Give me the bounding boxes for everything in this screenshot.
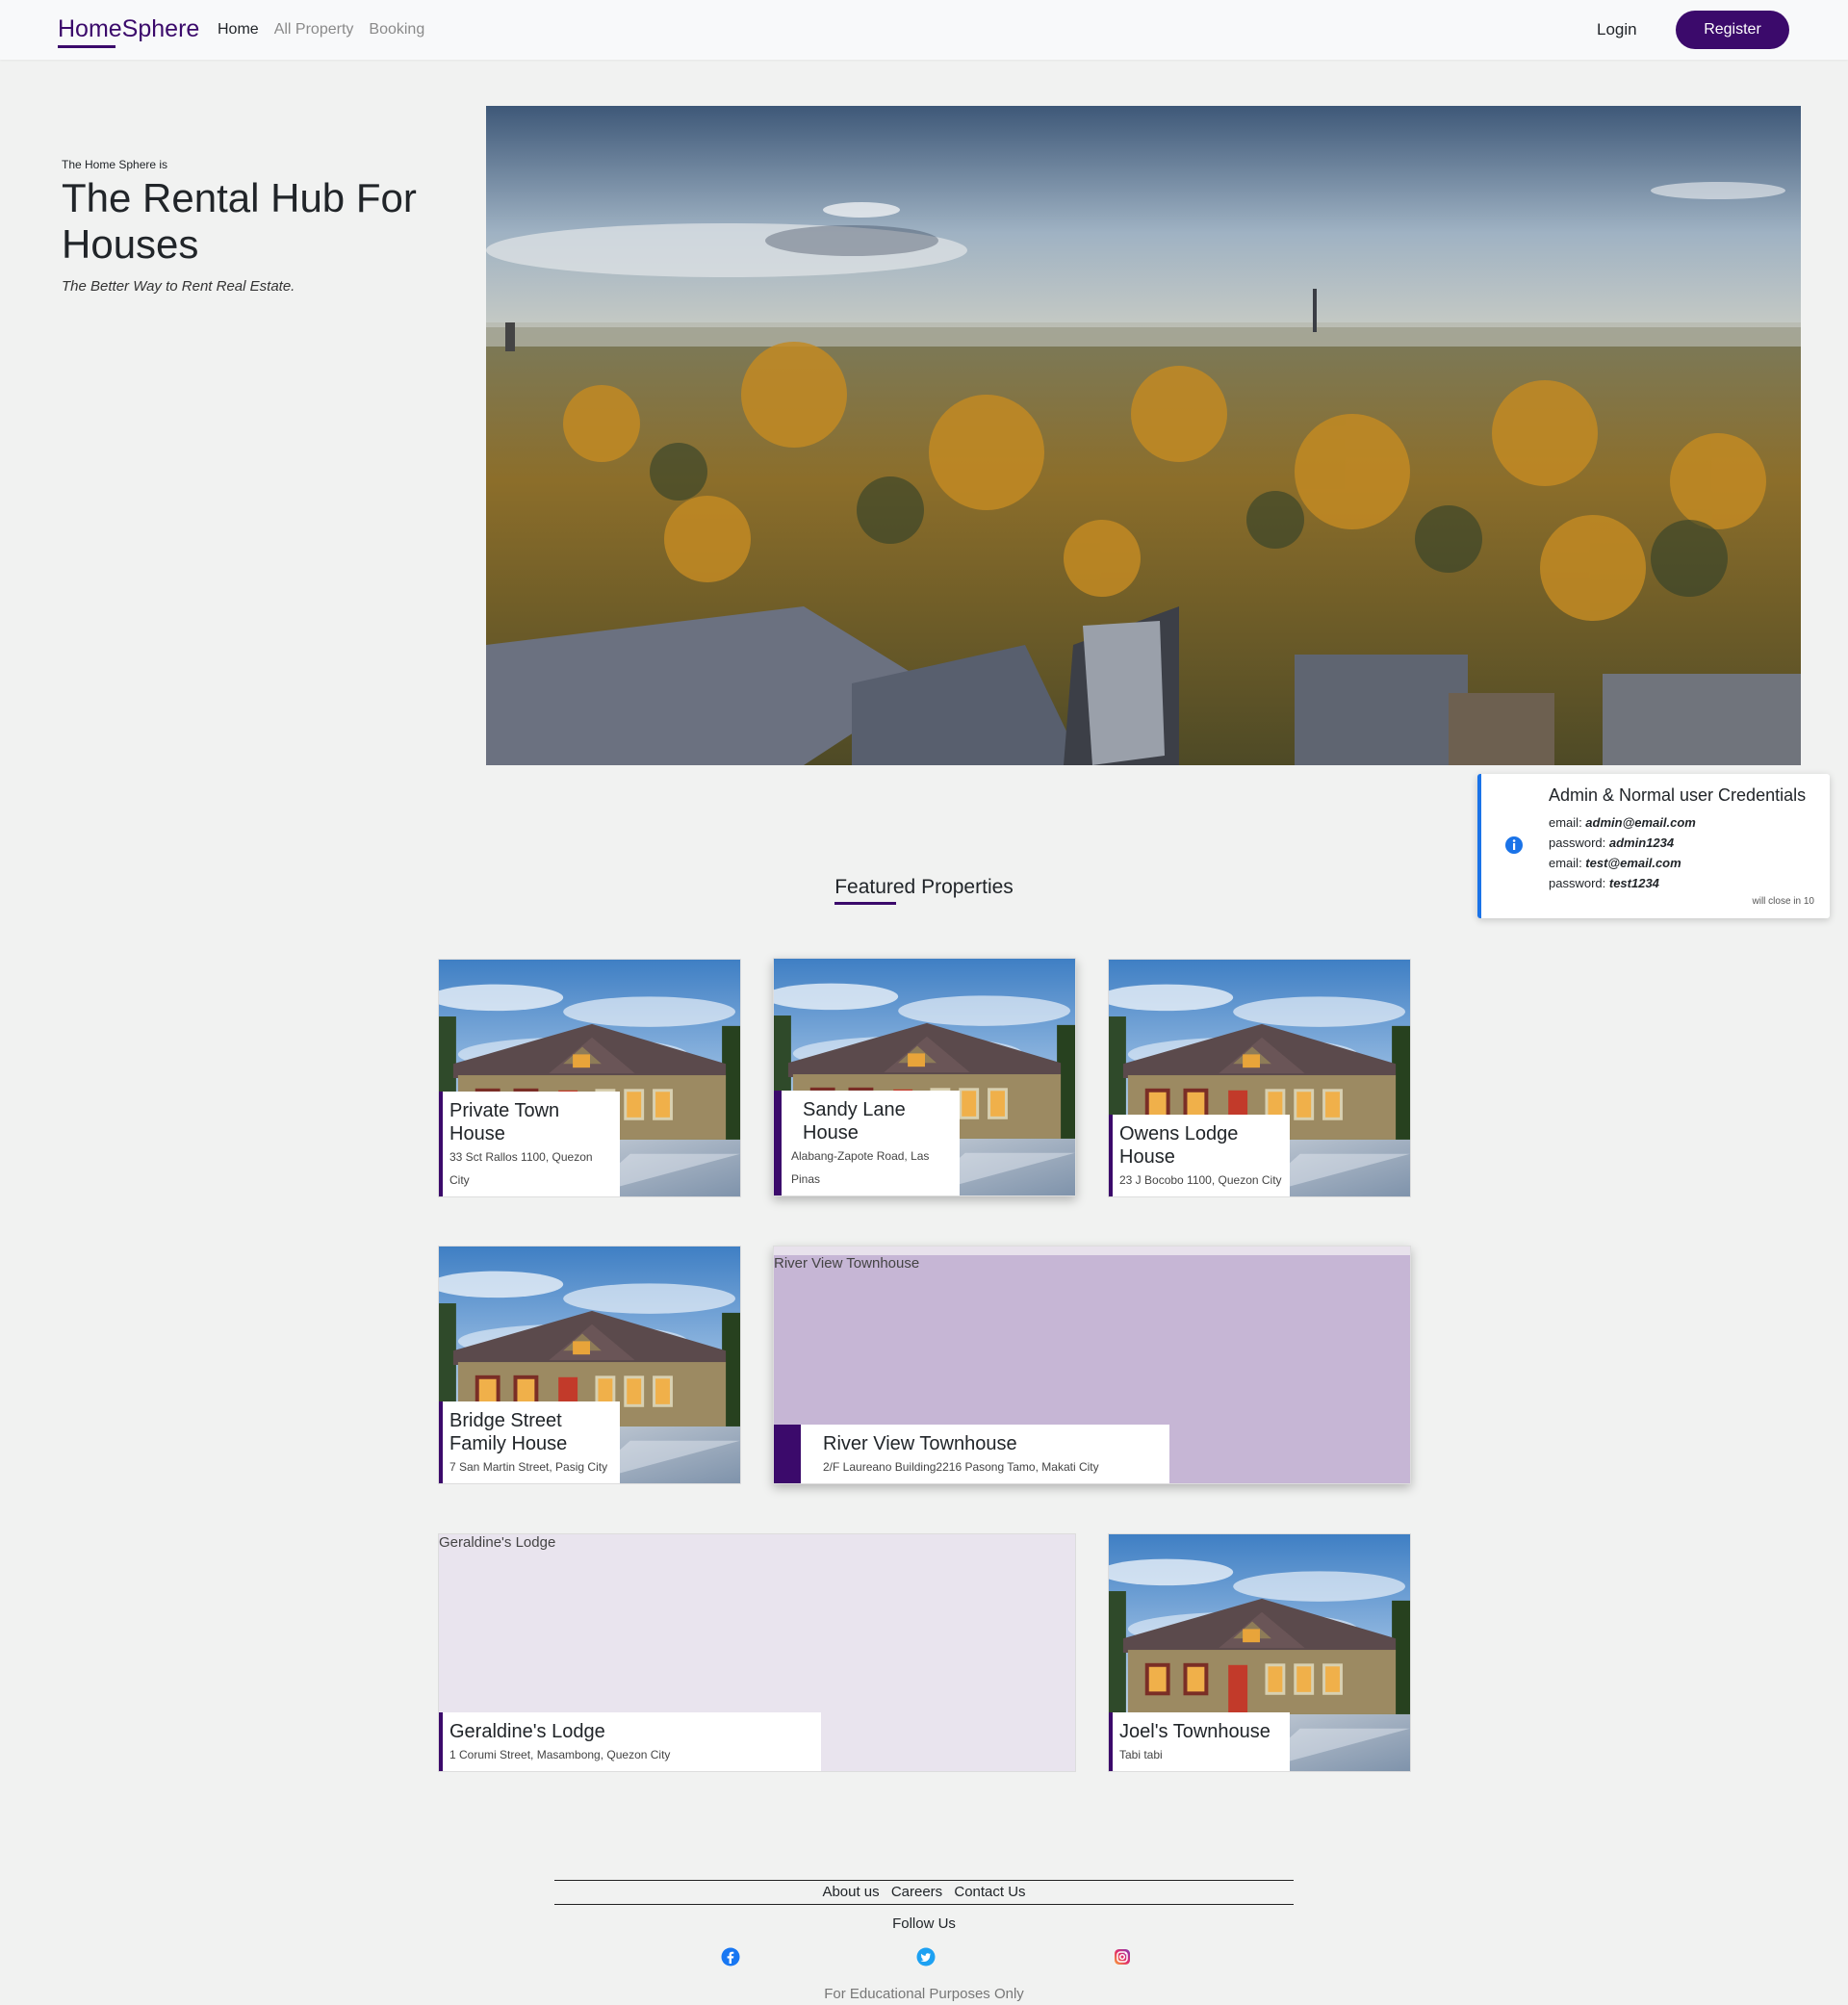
follow-us-label: Follow Us	[892, 1915, 956, 1932]
hero-city-image	[486, 106, 1801, 765]
brand-logo[interactable]: HomeSphere	[58, 15, 199, 48]
login-link[interactable]: Login	[1597, 20, 1637, 39]
property-info: Bridge Street Family House 7 San Martin …	[439, 1401, 620, 1483]
property-card[interactable]: Private Town House 33 Sct Rallos 1100, Q…	[438, 959, 741, 1197]
property-info: Private Town House 33 Sct Rallos 1100, Q…	[439, 1092, 620, 1196]
featured-title-underline	[834, 902, 896, 905]
instagram-icon[interactable]	[1113, 1947, 1132, 1966]
info-icon	[1505, 836, 1523, 854]
toast-line: password: admin1234	[1549, 835, 1675, 850]
toast-line: email: admin@email.com	[1549, 815, 1696, 830]
educational-note: For Educational Purposes Only	[824, 1986, 1024, 2002]
property-info: Sandy Lane House Alabang-Zapote Road, La…	[774, 1091, 960, 1195]
property-card[interactable]: Joel's Townhouse Tabi tabi	[1108, 1533, 1411, 1772]
footer-links: About us Careers Contact Us	[0, 1884, 1848, 1900]
broken-image-alt: Geraldine's Lodge	[439, 1534, 556, 1551]
twitter-icon[interactable]	[916, 1947, 936, 1966]
property-card[interactable]: Owens Lodge House 23 J Bocobo 1100, Quez…	[1108, 959, 1411, 1197]
property-name: Bridge Street Family House	[449, 1410, 568, 1454]
property-card[interactable]: River View Townhouse River View Townhous…	[773, 1246, 1411, 1484]
toast-line: email: test@email.com	[1549, 856, 1681, 870]
nav-all-property-link[interactable]: All Property	[274, 21, 354, 39]
property-address: 7 San Martin Street, Pasig City	[449, 1460, 608, 1474]
property-address: 23 J Bocobo 1100, Quezon City	[1119, 1173, 1282, 1187]
register-button[interactable]: Register	[1676, 11, 1789, 49]
footer-careers-link[interactable]: Careers	[891, 1884, 942, 1900]
broken-image-alt: River View Townhouse	[774, 1247, 1410, 1272]
property-card[interactable]: Bridge Street Family House 7 San Martin …	[438, 1246, 741, 1484]
footer-contact-link[interactable]: Contact Us	[954, 1884, 1025, 1900]
property-address: 2/F Laureano Building2216 Pasong Tamo, M…	[823, 1460, 1099, 1474]
property-info: River View Townhouse 2/F Laureano Buildi…	[774, 1425, 1169, 1483]
property-name: Private Town House	[449, 1100, 560, 1144]
property-name: Owens Lodge House	[1119, 1123, 1239, 1168]
nav-home-link[interactable]: Home	[218, 21, 259, 39]
property-card[interactable]: Sandy Lane House Alabang-Zapote Road, La…	[773, 958, 1076, 1196]
property-card[interactable]: Geraldine's Lodge Geraldine's Lodge 1 Co…	[438, 1533, 1076, 1772]
property-address: Alabang-Zapote Road, Las Pinas	[791, 1149, 930, 1186]
nav-links: Home All Property Booking	[218, 21, 424, 39]
property-name: Joel's Townhouse	[1119, 1721, 1270, 1742]
footer-divider-top	[554, 1880, 1294, 1881]
property-address: 33 Sct Rallos 1100, Quezon City	[449, 1150, 593, 1187]
hero-title: The Rental Hub For Houses	[62, 175, 417, 267]
featured-title: Featured Properties	[834, 876, 1014, 898]
nav-booking-link[interactable]: Booking	[369, 21, 424, 39]
footer-divider-bottom	[554, 1904, 1294, 1905]
navbar: HomeSphere Home All Property Booking Log…	[0, 0, 1848, 60]
property-name: River View Townhouse	[823, 1433, 1017, 1454]
property-name: Geraldine's Lodge	[449, 1721, 605, 1742]
facebook-icon[interactable]	[721, 1947, 740, 1966]
footer-about-link[interactable]: About us	[822, 1884, 879, 1900]
property-address: Tabi tabi	[1119, 1748, 1163, 1761]
property-info: Joel's Townhouse Tabi tabi	[1109, 1712, 1290, 1771]
property-address: 1 Corumi Street, Masambong, Quezon City	[449, 1748, 671, 1761]
hero-pretitle: The Home Sphere is	[62, 158, 168, 171]
hero-tagline: The Better Way to Rent Real Estate.	[62, 278, 295, 295]
toast-title: Admin & Normal user Credentials	[1549, 785, 1807, 805]
property-info: Geraldine's Lodge 1 Corumi Street, Masam…	[439, 1712, 821, 1771]
property-name: Sandy Lane House	[803, 1099, 906, 1144]
property-info: Owens Lodge House 23 J Bocobo 1100, Quez…	[1109, 1115, 1290, 1196]
